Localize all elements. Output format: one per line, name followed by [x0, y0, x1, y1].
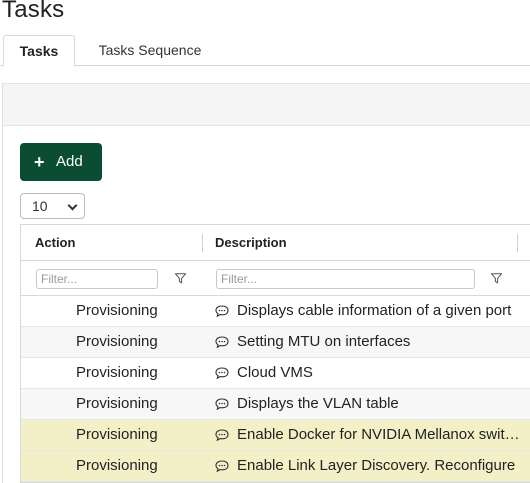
tab-tasks[interactable]: Tasks	[3, 35, 75, 67]
table-row[interactable]: Provisioning Setting MTU on interfaces	[21, 327, 530, 358]
plus-icon: +	[34, 152, 45, 172]
page-size-select[interactable]: 10	[20, 193, 85, 219]
action-cell: Provisioning	[76, 426, 158, 443]
description-cell: Enable Link Layer Discovery. Reconfigure	[237, 457, 516, 474]
table-row[interactable]: Provisioning Enable Docker for NVIDIA Me…	[21, 420, 530, 451]
table-row[interactable]: Provisioning Cloud VMS	[21, 358, 530, 389]
comment-icon	[215, 398, 229, 410]
column-header-description[interactable]: Description	[215, 225, 287, 261]
comment-icon	[215, 460, 229, 472]
table-row[interactable]: Provisioning Displays cable information …	[21, 296, 530, 327]
description-cell: Displays the VLAN table	[237, 395, 399, 412]
action-filter-input[interactable]: Filter...	[36, 269, 158, 289]
add-button[interactable]: + Add	[20, 143, 102, 181]
description-cell: Cloud VMS	[237, 364, 313, 381]
tab-bar: Tasks Tasks Sequence	[0, 35, 530, 67]
page-title: Tasks	[2, 0, 65, 23]
table-row[interactable]: Provisioning Displays the VLAN table	[21, 389, 530, 420]
column-header-action[interactable]: Action	[35, 225, 75, 261]
action-cell: Provisioning	[76, 302, 158, 319]
grid-filter-row: Filter... Filter...	[21, 261, 530, 296]
comment-icon	[215, 367, 229, 379]
description-cell: Displays cable information of a given po…	[237, 302, 512, 319]
action-cell: Provisioning	[76, 395, 158, 412]
tab-tasks-sequence[interactable]: Tasks Sequence	[82, 35, 218, 66]
comment-icon	[215, 429, 229, 441]
column-resize-handle[interactable]	[202, 234, 203, 252]
description-cell: Setting MTU on interfaces	[237, 333, 411, 350]
comment-icon	[215, 336, 229, 348]
filter-icon[interactable]	[175, 273, 186, 284]
description-filter-input[interactable]: Filter...	[216, 269, 475, 289]
grid-header-row: Action Description	[21, 225, 530, 261]
comment-icon	[215, 305, 229, 317]
description-cell: Enable Docker for NVIDIA Mellanox switch…	[237, 426, 527, 443]
action-cell: Provisioning	[76, 333, 158, 350]
tasks-panel: + Add 10 Action Description Filter... Fi…	[2, 83, 530, 483]
table-row[interactable]: Provisioning Enable Link Layer Discovery…	[21, 451, 530, 482]
chevron-down-icon	[67, 200, 78, 211]
tasks-grid: Action Description Filter... Filter... P…	[20, 224, 530, 483]
panel-header	[3, 83, 530, 126]
action-cell: Provisioning	[76, 364, 158, 381]
filter-icon[interactable]	[491, 273, 502, 284]
page-size-value: 10	[32, 198, 48, 214]
action-cell: Provisioning	[76, 457, 158, 474]
add-button-label: Add	[56, 153, 83, 170]
column-resize-handle[interactable]	[517, 234, 518, 252]
